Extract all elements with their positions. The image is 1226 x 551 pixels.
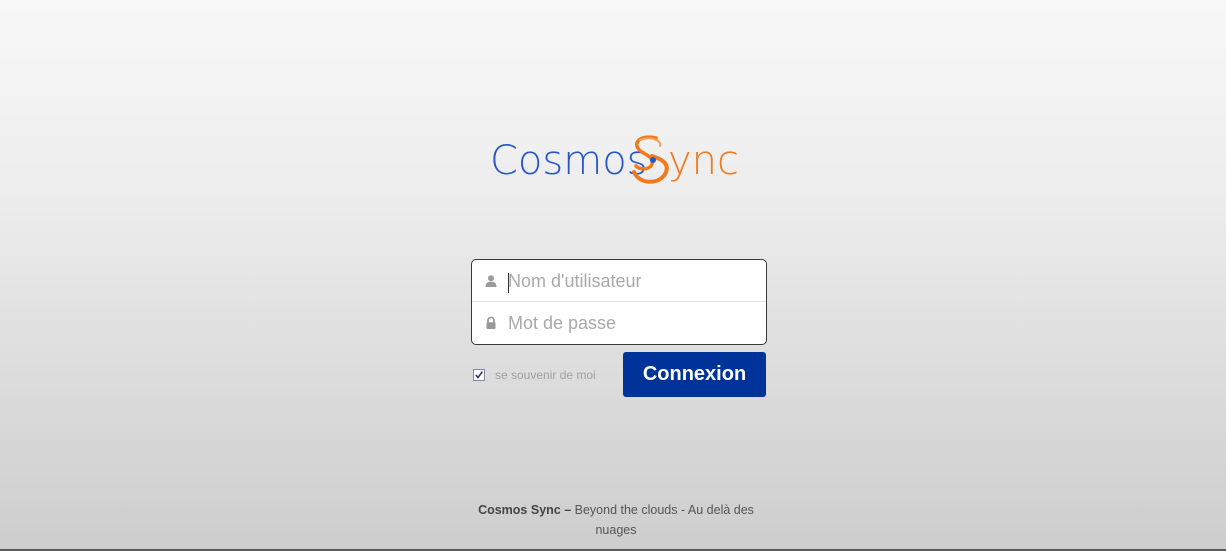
user-icon [484, 274, 498, 288]
remember-label: se souvenir de moi [495, 368, 596, 382]
username-row [472, 260, 766, 302]
remember-checkbox[interactable] [473, 369, 485, 381]
text-caret [508, 273, 509, 293]
password-row [472, 302, 766, 344]
password-input[interactable] [506, 308, 758, 338]
lock-icon [484, 316, 498, 330]
connexion-button[interactable]: Connexion [623, 352, 766, 397]
footer-brand: Cosmos Sync – [478, 503, 572, 517]
logo-text-right: ync [668, 138, 739, 184]
remember-me[interactable]: se souvenir de moi [473, 366, 596, 384]
footer-text: Beyond the clouds - Au delà des nuages [571, 503, 754, 537]
logo-text-left: Cosmos [490, 138, 648, 184]
checkmark-icon [475, 371, 484, 379]
username-input[interactable] [506, 266, 758, 296]
footer-tagline: Cosmos Sync – Beyond the clouds - Au del… [466, 500, 766, 540]
login-form [471, 259, 767, 345]
logo-graphic: Cosmos ync [490, 135, 739, 184]
cosmos-sync-logo: Cosmos ync [490, 132, 742, 188]
